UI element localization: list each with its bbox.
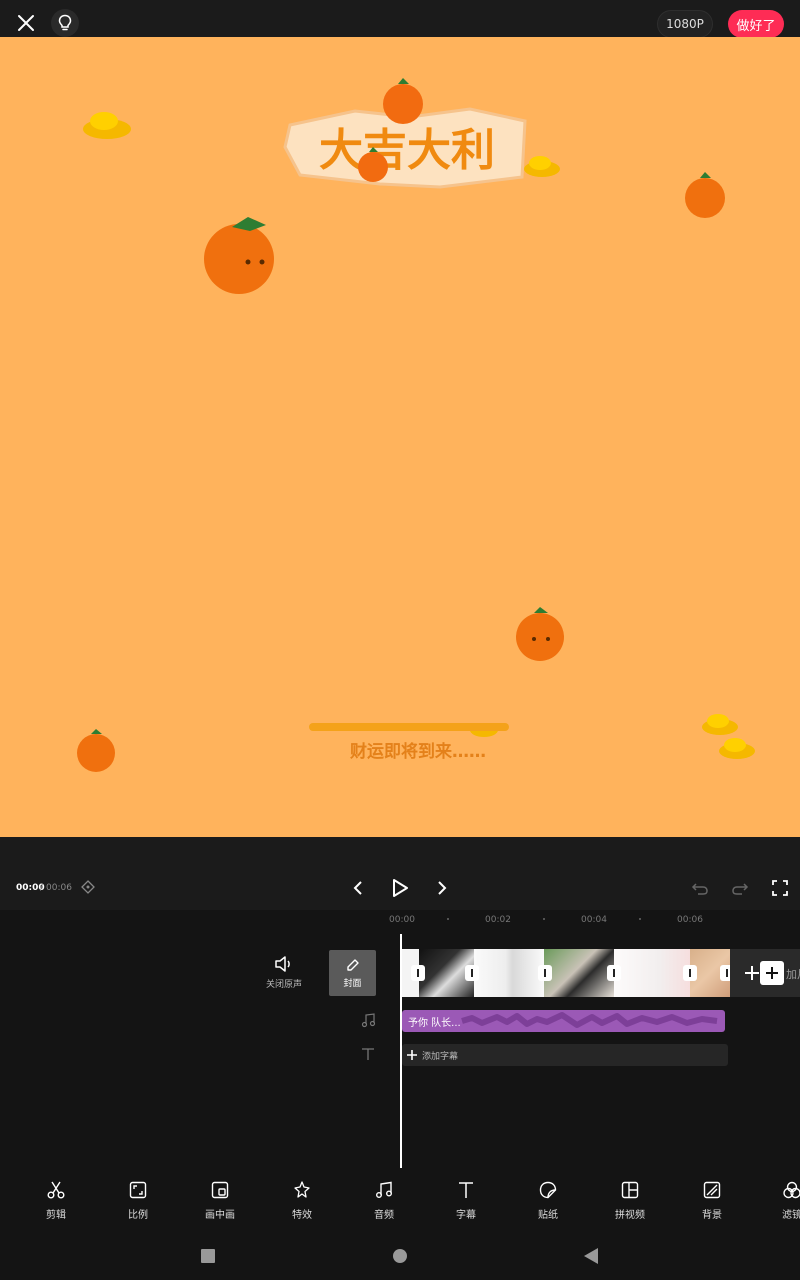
preview-artwork: 大吉大利 财运即将到来…… bbox=[77, 78, 755, 772]
play-icon[interactable] bbox=[389, 877, 411, 899]
pencil-icon bbox=[346, 959, 359, 971]
sticker-icon bbox=[539, 1181, 557, 1199]
video-preview[interactable]: 大吉大利 财运即将到来…… bbox=[0, 37, 800, 837]
gold-ingot-icon bbox=[719, 738, 755, 759]
progress-bar-decoration bbox=[309, 723, 509, 731]
orange-icon bbox=[77, 729, 115, 772]
fullscreen-icon[interactable] bbox=[770, 878, 790, 898]
preview-caption: 财运即将到来…… bbox=[349, 741, 486, 762]
plus-icon bbox=[766, 967, 778, 979]
add-subtitle-label: 添加字幕 bbox=[422, 1051, 459, 1062]
scissors-icon bbox=[47, 1181, 65, 1199]
speaker-icon bbox=[275, 956, 290, 972]
tool-label: 贴纸 bbox=[538, 1210, 558, 1221]
orange-icon bbox=[516, 607, 564, 661]
gold-ingot-icon bbox=[524, 156, 560, 177]
close-icon[interactable] bbox=[12, 9, 40, 37]
orange-icon bbox=[383, 78, 423, 124]
tool-label: 特效 bbox=[292, 1210, 312, 1221]
aspect-ratio-icon bbox=[129, 1181, 147, 1199]
add-clip-label: 加片段 bbox=[786, 968, 800, 981]
picture-in-picture-icon bbox=[211, 1181, 229, 1199]
plus-icon bbox=[407, 1050, 417, 1060]
total-time: 00:06 bbox=[46, 883, 72, 893]
timeline-tick-label: 00:00 bbox=[389, 915, 415, 925]
tool-label: 拼视频 bbox=[615, 1210, 645, 1221]
text-t-icon bbox=[360, 1046, 376, 1062]
playback-controls bbox=[0, 837, 800, 910]
redo-icon[interactable] bbox=[730, 878, 750, 898]
clip-trim-handle[interactable] bbox=[607, 965, 621, 981]
video-clip[interactable] bbox=[614, 949, 690, 997]
video-clip[interactable] bbox=[474, 949, 544, 997]
tool-label: 画中画 bbox=[205, 1210, 235, 1221]
tool-pip[interactable]: 画中画 bbox=[185, 1180, 255, 1221]
tool-audio[interactable]: 音频 bbox=[349, 1180, 419, 1221]
chevron-right-icon[interactable] bbox=[432, 878, 452, 898]
tool-ratio[interactable]: 比例 bbox=[103, 1180, 173, 1221]
gold-ingot-icon bbox=[702, 714, 738, 735]
gold-ingot-icon bbox=[83, 112, 131, 139]
timeline-tick-dot bbox=[447, 918, 449, 920]
timeline-tick-dot bbox=[639, 918, 641, 920]
add-clip-button[interactable] bbox=[760, 961, 784, 985]
video-clip[interactable] bbox=[544, 949, 614, 997]
tool-label: 音频 bbox=[374, 1210, 394, 1221]
clip-trim-handle[interactable] bbox=[465, 965, 479, 981]
text-icon bbox=[459, 1182, 473, 1198]
recents-square-icon[interactable] bbox=[201, 1249, 215, 1263]
banner-title: 大吉大利 bbox=[319, 125, 495, 176]
tool-edit[interactable]: 剪辑 bbox=[21, 1180, 91, 1221]
effects-star-icon bbox=[294, 1181, 310, 1198]
tool-background[interactable]: 背景 bbox=[677, 1180, 747, 1221]
timeline-tick-label: 00:02 bbox=[485, 915, 511, 925]
music-note-icon bbox=[360, 1012, 376, 1028]
music-icon bbox=[376, 1181, 392, 1198]
home-circle-icon[interactable] bbox=[393, 1249, 407, 1263]
timeline-tick-dot bbox=[543, 918, 545, 920]
mute-original-audio-button[interactable]: 关闭原声 bbox=[258, 955, 310, 995]
chevron-left-icon[interactable] bbox=[348, 878, 368, 898]
resolution-button[interactable]: 1080P bbox=[657, 10, 713, 38]
orange-icon bbox=[685, 172, 725, 218]
tool-label: 字幕 bbox=[456, 1210, 476, 1221]
time-separator: / bbox=[40, 883, 44, 893]
lightbulb-icon[interactable] bbox=[51, 9, 79, 37]
tool-filter[interactable]: 滤镜 bbox=[758, 1180, 800, 1221]
playhead[interactable] bbox=[400, 934, 402, 1168]
background-icon bbox=[703, 1181, 721, 1199]
tool-effects[interactable]: 特效 bbox=[267, 1180, 337, 1221]
back-triangle-icon[interactable] bbox=[583, 1247, 599, 1265]
mute-label: 关闭原声 bbox=[265, 980, 302, 990]
keyframe-diamond-icon[interactable] bbox=[80, 879, 96, 895]
timeline-tick-label: 00:06 bbox=[677, 915, 703, 925]
clip-trim-handle[interactable] bbox=[411, 965, 425, 981]
tool-collage[interactable]: 拼视频 bbox=[595, 1180, 665, 1221]
tool-label: 比例 bbox=[128, 1210, 148, 1221]
clip-trim-handle[interactable] bbox=[683, 965, 697, 981]
orange-icon bbox=[204, 217, 274, 294]
video-track[interactable] bbox=[401, 949, 734, 997]
done-button[interactable]: 做好了 bbox=[728, 10, 784, 38]
add-subtitle-track[interactable]: 添加字幕 bbox=[402, 1044, 728, 1066]
filter-icon bbox=[783, 1181, 800, 1199]
audio-clip-label: 予你 队长... bbox=[408, 1018, 461, 1029]
timeline-tick-label: 00:04 bbox=[581, 915, 607, 925]
tool-sticker[interactable]: 贴纸 bbox=[513, 1180, 583, 1221]
tool-label: 滤镜 bbox=[782, 1210, 800, 1221]
undo-icon[interactable] bbox=[690, 878, 710, 898]
tool-label: 剪辑 bbox=[46, 1210, 66, 1221]
plus-icon bbox=[745, 966, 759, 980]
cover-label: 封面 bbox=[343, 979, 362, 989]
clip-trim-handle[interactable] bbox=[538, 965, 552, 981]
split-layout-icon bbox=[621, 1181, 639, 1199]
tool-label: 背景 bbox=[702, 1210, 722, 1221]
tool-text[interactable]: 字幕 bbox=[431, 1180, 501, 1221]
cover-button[interactable]: 封面 bbox=[329, 950, 376, 996]
